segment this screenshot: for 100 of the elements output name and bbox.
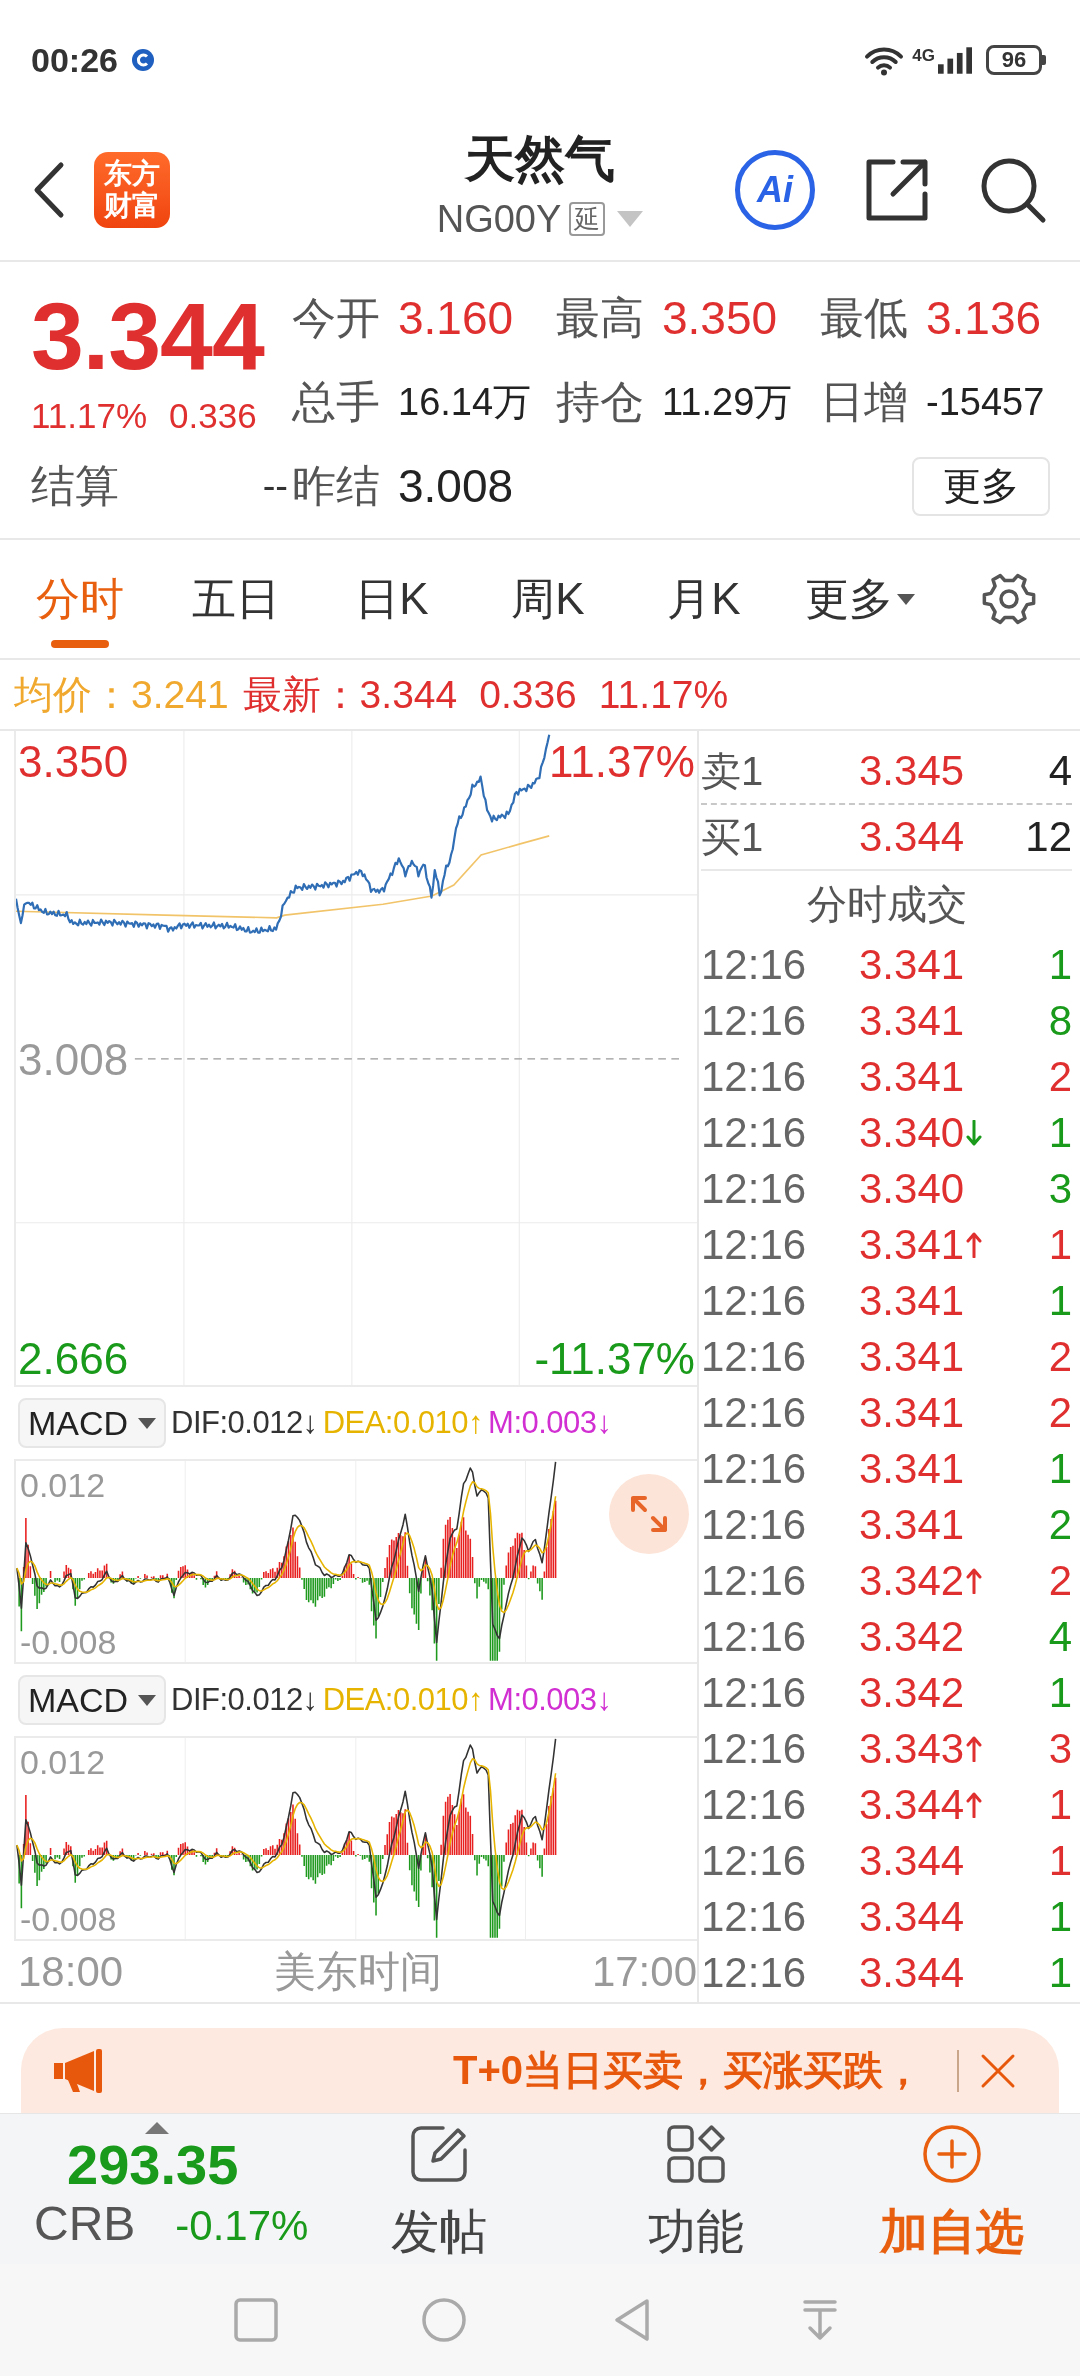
axis-end-time: 17:00	[591, 1947, 697, 1996]
stat-value: 3.136	[926, 291, 1042, 345]
axis-high-percent: 11.37%	[549, 737, 695, 787]
caret-icon[interactable]	[145, 2122, 169, 2134]
trade-volume: 1	[1048, 1445, 1072, 1493]
recents-icon[interactable]	[233, 2297, 279, 2343]
trade-time: 12:16	[701, 1781, 808, 1829]
trade-time: 12:16	[701, 1949, 808, 1997]
stat-label: 最高	[556, 291, 644, 344]
trade-price: 3.341	[859, 1277, 965, 1325]
network-type: 4G	[912, 46, 935, 65]
average-price-label: 均价：	[14, 671, 131, 718]
axis-bottom-label: -0.008	[20, 1622, 117, 1662]
axis-top-label: 0.012	[20, 1465, 106, 1505]
trade-price: 3.341	[859, 1445, 965, 1493]
indicator-reading: DIF:0.012↓	[171, 1682, 318, 1718]
trade-time: 12:16	[701, 1053, 808, 1101]
trade-time: 12:16	[701, 1109, 808, 1157]
trade-volume: 1	[1048, 941, 1072, 989]
trade-price: 3.342	[859, 1557, 965, 1605]
signal-icon	[938, 46, 972, 74]
stat-label: 今开	[292, 291, 380, 344]
indicator-reading: M:0.003↓	[488, 1682, 612, 1718]
chart-tab[interactable]: 五日	[158, 540, 314, 658]
trade-time: 12:16	[701, 1165, 808, 1213]
post-button[interactable]: 发帖	[310, 2114, 568, 2264]
ai-button[interactable]: Ai	[735, 150, 815, 230]
indicator-selector[interactable]: MACD	[18, 1675, 166, 1725]
status-time: 00:26	[31, 40, 118, 80]
trade-time: 12:16	[701, 1445, 808, 1493]
stat-value: 3.008	[398, 459, 514, 513]
stat-label: 最低	[820, 291, 908, 344]
trade-price: 3.341	[859, 1389, 965, 1437]
indicator-selector[interactable]: MACD	[18, 1398, 166, 1448]
last-price: 3.344	[31, 286, 264, 386]
axis-high-label: 3.350	[18, 737, 129, 787]
order-level-label: 买1	[701, 813, 765, 861]
trade-volume: 2	[1048, 1501, 1072, 1549]
trade-price: 3.344	[859, 1949, 965, 1997]
order-level-label: 卖1	[701, 747, 765, 795]
trade-time: 12:16	[701, 1277, 808, 1325]
caret-icon	[138, 1417, 157, 1429]
trade-volume: 2	[1048, 1053, 1072, 1101]
delay-badge: 延	[569, 202, 606, 236]
stat-value: 3.350	[662, 291, 778, 345]
stat-value: 11.29万	[662, 379, 793, 425]
instrument-code[interactable]: NG00Y	[436, 197, 562, 241]
chart-tab[interactable]: 日K	[314, 540, 470, 658]
index-value: 293.35	[67, 2134, 239, 2196]
trade-volume: 1	[1048, 1109, 1072, 1157]
settle-label: 结算	[31, 459, 119, 512]
trade-volume: 1	[1048, 1837, 1072, 1885]
expand-icon[interactable]	[609, 1474, 689, 1554]
stat-label: 总手	[292, 375, 380, 428]
caret-icon[interactable]	[617, 211, 644, 227]
search-icon[interactable]	[979, 156, 1047, 224]
instrument-title: 天然气	[465, 130, 615, 189]
trade-volume: 3	[1048, 1725, 1072, 1773]
trade-volume: 1	[1048, 1277, 1072, 1325]
trade-time: 12:16	[701, 1557, 808, 1605]
trade-time: 12:16	[701, 1669, 808, 1717]
trade-price: 3.344	[859, 1893, 965, 1941]
trade-time: 12:16	[701, 1501, 808, 1549]
trade-volume: 1	[1048, 1221, 1072, 1269]
order-volume: 4	[1048, 747, 1072, 795]
trade-price: 3.341	[859, 1053, 965, 1101]
trade-price: 3.340	[859, 1109, 965, 1157]
trade-volume: 1	[1048, 1669, 1072, 1717]
trade-price: 3.344	[859, 1781, 965, 1829]
trade-price: 3.344	[859, 1837, 965, 1885]
battery-indicator: 96	[986, 45, 1046, 75]
home-icon[interactable]	[421, 2297, 467, 2343]
trade-time: 12:16	[701, 1837, 808, 1885]
trade-time: 12:16	[701, 1221, 808, 1269]
latest-label: 最新：	[242, 671, 360, 718]
stat-value: 3.160	[398, 291, 514, 345]
trade-price: 3.340	[859, 1165, 965, 1213]
grid-icon	[666, 2124, 726, 2184]
plus-circle-icon	[922, 2124, 982, 2184]
stat-label: 日增	[820, 375, 908, 428]
stat-label: 昨结	[292, 459, 380, 512]
close-icon[interactable]	[980, 2052, 1016, 2089]
chart-tab[interactable]: 更多	[782, 540, 938, 658]
settings-icon[interactable]	[981, 571, 1037, 627]
chart-tab[interactable]: 月K	[626, 540, 782, 658]
price-chart[interactable]: 3.350 11.37% 3.008 2.666 -11.37%	[14, 731, 697, 1387]
trade-volume: 1	[1048, 1893, 1072, 1941]
more-button[interactable]: 更多	[912, 456, 1050, 516]
chart-tab[interactable]: 周K	[470, 540, 626, 658]
axis-top-label: 0.012	[20, 1742, 106, 1782]
axis-start-time: 18:00	[18, 1947, 124, 1996]
trade-volume: 4	[1048, 1613, 1072, 1661]
change-percent: 11.17%	[31, 395, 148, 437]
change-amount: 0.336	[169, 395, 257, 437]
order-volume: 12	[1025, 813, 1072, 861]
trade-time: 12:16	[701, 1333, 808, 1381]
indicator-reading: DEA:0.010↑	[322, 1405, 484, 1441]
axis-low-percent: -11.37%	[534, 1334, 695, 1384]
trade-price: 3.343	[859, 1725, 965, 1773]
functions-button[interactable]: 功能	[568, 2114, 824, 2264]
